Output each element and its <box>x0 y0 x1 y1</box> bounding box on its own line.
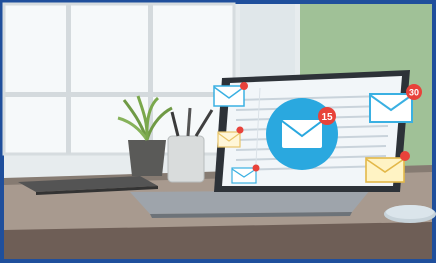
right-badge-count: 30 <box>409 88 419 98</box>
email-laptop-photo: 15 30 <box>0 0 436 263</box>
mail-circle-icon: 15 <box>266 98 338 170</box>
envelope-left-icon <box>213 82 248 107</box>
center-badge-count: 15 <box>321 112 333 123</box>
photo-frame: 15 30 <box>0 0 436 263</box>
mouse <box>384 205 436 223</box>
